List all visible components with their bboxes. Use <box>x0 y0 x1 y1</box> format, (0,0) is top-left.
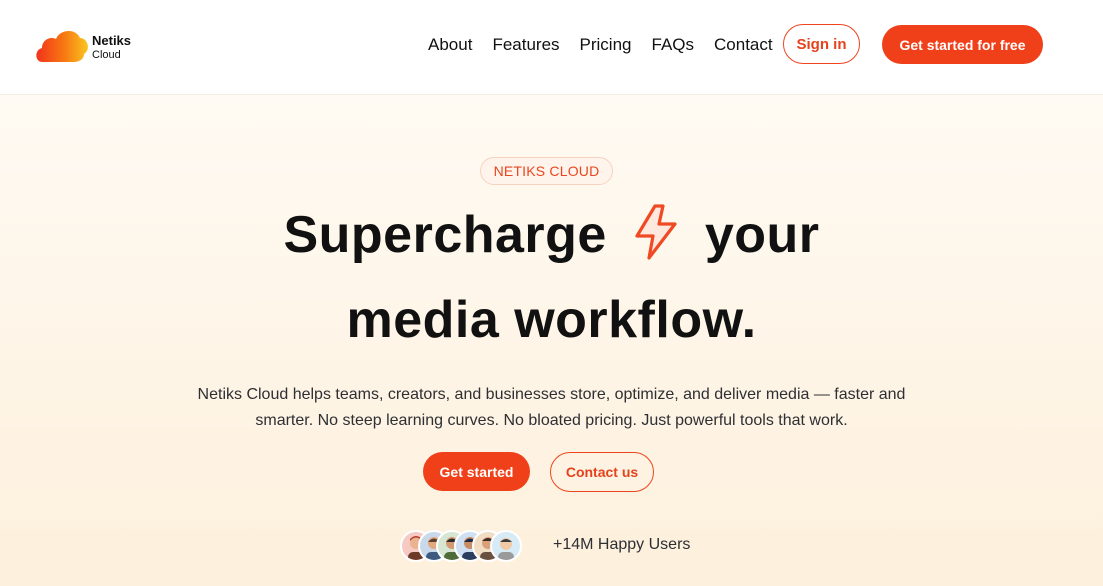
hero-title-part2: your <box>704 206 820 264</box>
hero-description: Netiks Cloud helps teams, creators, and … <box>197 386 906 429</box>
user-avatars <box>400 530 530 562</box>
happy-users-count: +14M Happy Users <box>553 536 691 553</box>
hero-title-line2: media workflow. <box>346 291 757 349</box>
brand-subtitle: Cloud <box>92 49 121 61</box>
hero-title-line1: Supercharge your <box>0 202 1103 268</box>
contact-us-button[interactable]: Contact us <box>550 452 654 492</box>
avatar <box>490 530 522 562</box>
hero-title-part1: Supercharge <box>283 206 607 264</box>
nav-contact[interactable]: Contact <box>714 35 773 55</box>
hero-section: NETIKS CLOUD Supercharge your media workf… <box>0 95 1103 586</box>
lightning-bolt-icon <box>629 202 683 262</box>
logo[interactable]: Netiks Cloud <box>34 24 144 66</box>
sign-in-button[interactable]: Sign in <box>783 24 860 64</box>
get-started-free-button[interactable]: Get started for free <box>882 25 1043 64</box>
nav-faqs[interactable]: FAQs <box>652 35 695 55</box>
nav-about[interactable]: About <box>428 35 472 55</box>
nav-features[interactable]: Features <box>492 35 559 55</box>
nav-pricing[interactable]: Pricing <box>580 35 632 55</box>
get-started-button[interactable]: Get started <box>423 452 530 491</box>
site-header: Netiks Cloud About Features Pricing FAQs… <box>0 0 1103 95</box>
main-nav: About Features Pricing FAQs Contact <box>428 35 793 55</box>
hero-badge: NETIKS CLOUD <box>480 157 613 185</box>
brand-name: Netiks <box>92 33 132 48</box>
cloud-logo-icon <box>36 30 88 62</box>
